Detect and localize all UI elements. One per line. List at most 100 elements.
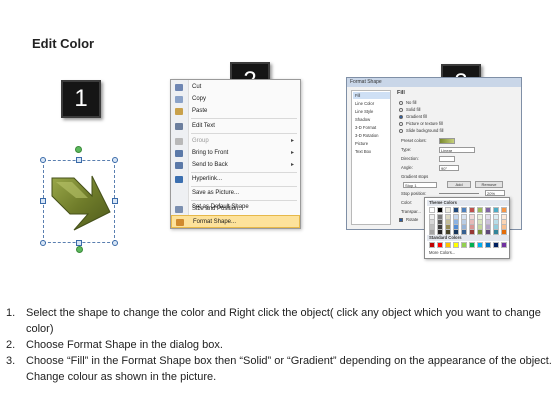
radio-slide-background-fill[interactable]: Slide background fill: [399, 128, 443, 134]
color-swatch[interactable]: [453, 229, 459, 235]
dialog-title: Format Shape: [347, 78, 521, 87]
color-swatch[interactable]: [477, 207, 483, 213]
color-swatch[interactable]: [461, 207, 467, 213]
menu-item-label: Group: [192, 138, 209, 144]
instruction-number: 1.: [6, 307, 16, 319]
menu-item-paste[interactable]: Paste: [171, 105, 300, 118]
stop-position-label: Stop position:: [401, 191, 427, 196]
color-swatch[interactable]: [469, 242, 475, 248]
resize-handle[interactable]: [40, 198, 46, 204]
checkbox-label: Rotate: [406, 217, 419, 222]
color-swatch[interactable]: [501, 207, 507, 213]
color-swatch[interactable]: [453, 242, 459, 248]
menu-item-send-to-back[interactable]: Send to Back ▸: [171, 159, 300, 172]
stop-position-slider[interactable]: [439, 193, 479, 194]
sidebar-item-3d-rotation[interactable]: 3-D Rotation: [353, 132, 390, 139]
color-swatch[interactable]: [469, 207, 475, 213]
color-swatch[interactable]: [437, 207, 443, 213]
menu-item-edit-text[interactable]: Edit Text: [171, 120, 300, 133]
angle-field[interactable]: 90°: [439, 165, 459, 171]
color-swatch[interactable]: [429, 207, 435, 213]
color-swatch[interactable]: [445, 242, 451, 248]
color-swatch[interactable]: [501, 229, 507, 235]
resize-handle[interactable]: [40, 157, 46, 163]
color-swatch[interactable]: [493, 229, 499, 235]
rotation-handle[interactable]: [75, 146, 82, 153]
sidebar-item-shadow[interactable]: Shadow: [353, 116, 390, 123]
direction-dropdown[interactable]: [439, 156, 455, 162]
size-position-icon: [175, 206, 183, 213]
color-swatch[interactable]: [453, 207, 459, 213]
preset-colors-dropdown[interactable]: [439, 138, 455, 144]
add-stop-button[interactable]: Add: [447, 181, 471, 188]
color-swatch[interactable]: [501, 242, 507, 248]
radio-gradient-fill[interactable]: Gradient fill: [399, 114, 427, 120]
rotate-checkbox[interactable]: Rotate: [399, 217, 418, 223]
sidebar-item-picture[interactable]: Picture: [353, 140, 390, 147]
resize-handle[interactable]: [112, 157, 118, 163]
sidebar-item-3d-format[interactable]: 3-D Format: [353, 124, 390, 131]
more-colors-link[interactable]: More Colors...: [429, 250, 455, 255]
stop-position-field[interactable]: 20%: [485, 190, 505, 196]
menu-item-hyperlink[interactable]: Hyperlink...: [171, 173, 300, 186]
type-dropdown[interactable]: Linear: [439, 147, 475, 153]
instruction-number: 3.: [6, 355, 16, 367]
color-swatch[interactable]: [485, 229, 491, 235]
color-swatch[interactable]: [445, 207, 451, 213]
radio-no-fill[interactable]: No fill: [399, 100, 416, 106]
resize-handle[interactable]: [76, 157, 82, 163]
instruction-item: 1. Select the shape to change the color …: [6, 305, 554, 337]
color-label: Color:: [401, 200, 413, 205]
color-swatch[interactable]: [485, 242, 491, 248]
sidebar-item-line-style[interactable]: Line Style: [353, 108, 390, 115]
scissors-icon: [175, 84, 183, 91]
type-label: Type:: [401, 147, 412, 152]
adjust-handle[interactable]: [76, 246, 83, 253]
radio-solid-fill[interactable]: Solid fill: [399, 107, 420, 113]
radio-label: Slide background fill: [406, 128, 444, 133]
fill-section-title: Fill: [397, 90, 405, 96]
page-title: Edit Color: [32, 36, 95, 51]
color-swatch[interactable]: [445, 229, 451, 235]
color-swatch[interactable]: [429, 242, 435, 248]
color-swatch[interactable]: [469, 229, 475, 235]
color-swatch[interactable]: [477, 242, 483, 248]
sidebar-item-fill[interactable]: Fill: [353, 92, 390, 99]
color-swatch[interactable]: [429, 229, 435, 235]
color-swatch[interactable]: [493, 207, 499, 213]
menu-item-label: Size and Position...: [192, 206, 244, 212]
preset-colors-label: Preset colors:: [401, 138, 427, 143]
radio-label: Gradient fill: [406, 114, 428, 119]
resize-handle[interactable]: [112, 198, 118, 204]
resize-handle[interactable]: [112, 240, 118, 246]
menu-item-label: Format Shape...: [193, 219, 237, 225]
radio-icon: [399, 129, 403, 133]
menu-item-save-as-picture[interactable]: Save as Picture...: [171, 187, 300, 200]
transparency-label: Transpar...: [401, 209, 421, 214]
radio-icon: [399, 108, 403, 112]
submenu-arrow-icon: ▸: [290, 162, 294, 168]
sidebar-item-text-box[interactable]: Text Box: [353, 148, 390, 155]
menu-separator: [191, 133, 297, 134]
color-swatch[interactable]: [485, 207, 491, 213]
color-swatch[interactable]: [461, 229, 467, 235]
radio-label: Picture or texture fill: [406, 121, 444, 126]
remove-stop-button[interactable]: Remove: [475, 181, 503, 188]
instruction-number: 2.: [6, 339, 16, 351]
resize-handle[interactable]: [40, 240, 46, 246]
checkbox-icon: [399, 218, 403, 222]
stop-dropdown[interactable]: Stop 1: [403, 182, 437, 188]
radio-selected-icon: [399, 115, 403, 119]
menu-item-format-shape[interactable]: Format Shape...: [171, 215, 300, 228]
color-swatch[interactable]: [461, 242, 467, 248]
instruction-text: Choose “Fill” in the Format Shape box th…: [26, 355, 552, 383]
arrow-shape-icon: [51, 175, 111, 231]
instruction-text: Choose Format Shape in the dialog box.: [26, 339, 223, 351]
color-swatch[interactable]: [477, 229, 483, 235]
color-swatch[interactable]: [437, 242, 443, 248]
radio-picture-fill[interactable]: Picture or texture fill: [399, 121, 443, 127]
color-swatch[interactable]: [437, 229, 443, 235]
sidebar-item-line-color[interactable]: Line Color: [353, 100, 390, 107]
selected-shape[interactable]: [40, 146, 118, 253]
color-swatch[interactable]: [493, 242, 499, 248]
